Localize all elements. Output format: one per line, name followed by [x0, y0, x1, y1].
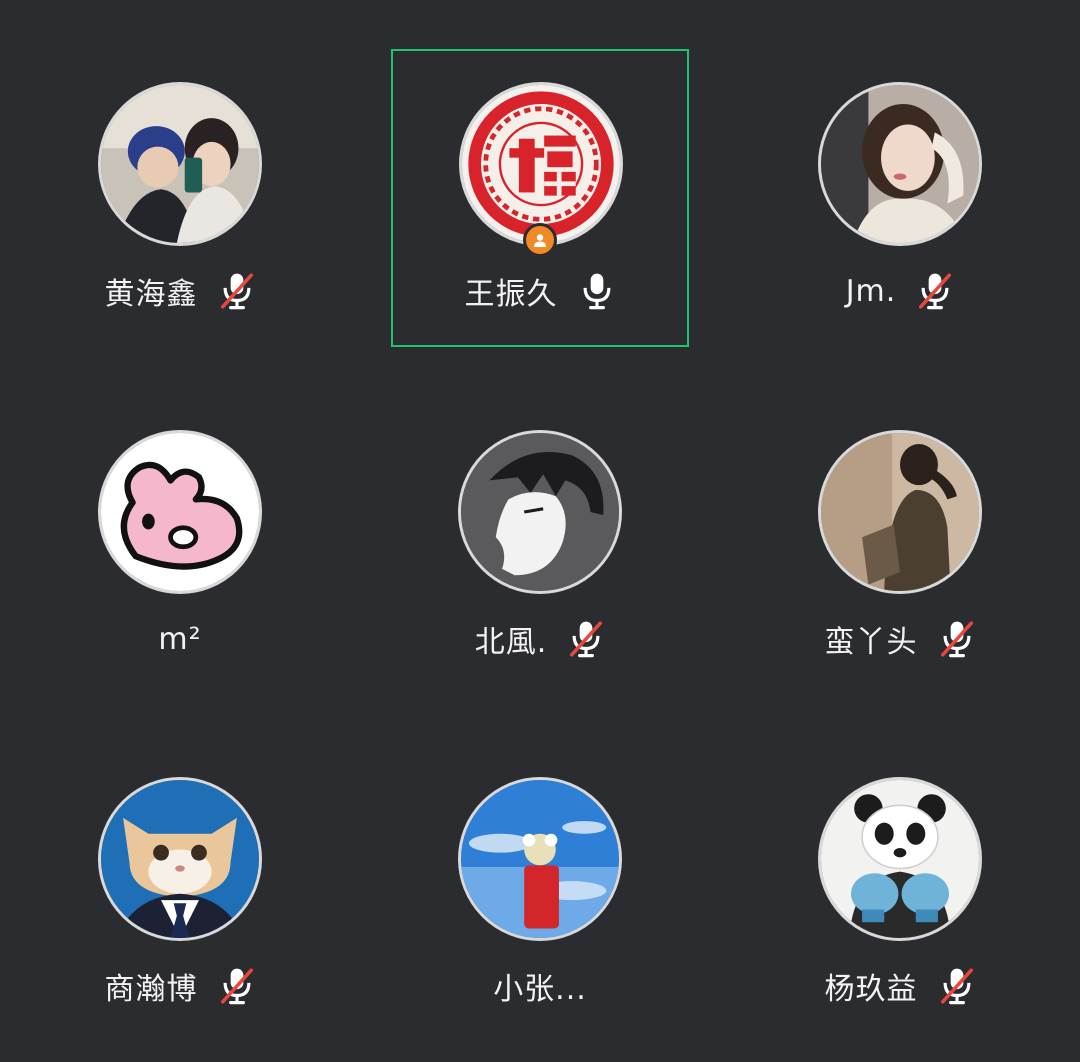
microphone-icon — [583, 273, 610, 310]
microphone-muted-icon — [220, 968, 253, 1005]
avatar — [98, 430, 262, 594]
name-row: 小张... — [392, 963, 688, 1009]
name-row: Jm. — [752, 268, 1048, 314]
microphone-muted-icon — [919, 273, 952, 310]
participant-grid: 黄海鑫 王振久 Jm. m² 北風. 蛮丫头 商瀚博 小张... 杨玖益 — [0, 0, 1080, 1062]
participant-tile[interactable]: m² — [32, 398, 328, 694]
avatar — [98, 82, 262, 246]
participant-tile[interactable]: 北風. — [392, 398, 688, 694]
participant-name: Jm. — [845, 273, 897, 309]
participant-name: 小张... — [493, 972, 587, 1007]
participant-tile-active-speaker[interactable]: 王振久 — [391, 49, 689, 347]
participant-name: 黄海鑫 — [104, 277, 198, 312]
participant-name: 北風. — [474, 625, 548, 660]
participant-tile[interactable]: 小张... — [392, 745, 688, 1041]
avatar — [459, 82, 623, 246]
avatar — [458, 430, 622, 594]
avatar — [818, 82, 982, 246]
microphone-muted-icon — [570, 621, 603, 658]
avatar — [818, 777, 982, 941]
participant-name: 商瀚博 — [104, 972, 198, 1007]
participant-tile[interactable]: 蛮丫头 — [752, 398, 1048, 694]
name-row: 黄海鑫 — [32, 268, 328, 314]
participant-name: 杨玖益 — [824, 972, 918, 1007]
avatar — [458, 777, 622, 941]
participant-name: m² — [158, 621, 202, 657]
participant-name: 王振久 — [464, 277, 558, 312]
microphone-muted-icon — [940, 968, 973, 1005]
avatar — [818, 430, 982, 594]
avatar — [98, 777, 262, 941]
name-row: 蛮丫头 — [752, 616, 1048, 662]
participant-tile[interactable]: 黄海鑫 — [32, 50, 328, 346]
host-badge-icon — [523, 223, 557, 257]
name-row: 杨玖益 — [752, 963, 1048, 1009]
microphone-muted-icon — [940, 621, 973, 658]
participant-name: 蛮丫头 — [824, 625, 918, 660]
microphone-muted-icon — [220, 273, 253, 310]
name-row: m² — [32, 616, 328, 662]
participant-tile[interactable]: 商瀚博 — [32, 745, 328, 1041]
participant-tile[interactable]: Jm. — [752, 50, 1048, 346]
name-row: 北風. — [392, 616, 688, 662]
participant-tile[interactable]: 杨玖益 — [752, 745, 1048, 1041]
name-row: 王振久 — [393, 268, 687, 314]
name-row: 商瀚博 — [32, 963, 328, 1009]
